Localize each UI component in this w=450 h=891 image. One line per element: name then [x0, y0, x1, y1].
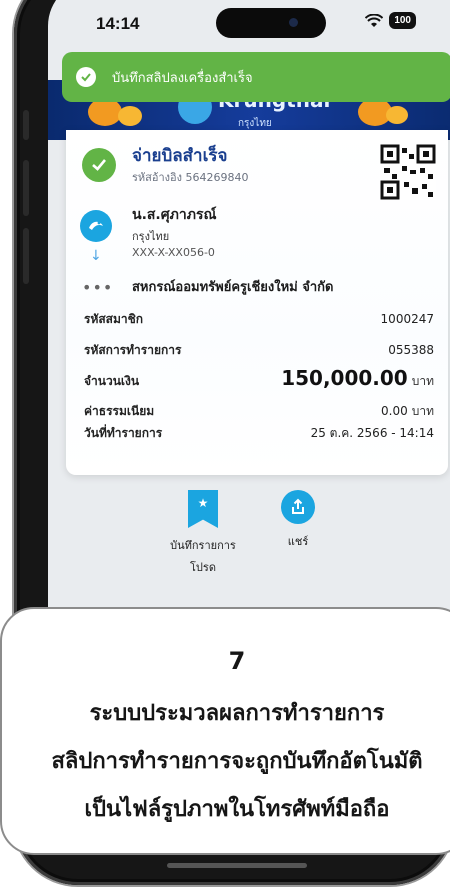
caption-line-3: เป็นไฟล์รูปภาพในโทรศัพท์มือถือ — [84, 797, 390, 822]
detail-label: ค่าธรรมเนียม — [84, 404, 155, 418]
detail-row-date: วันที่ทำรายการ 25 ต.ค. 2566 - 14:14 — [84, 424, 434, 443]
reference-number: รหัสอ้างอิง 564269840 — [132, 171, 249, 184]
bank-brand-thai: กรุงไทย — [238, 118, 272, 129]
volume-up-button — [23, 160, 29, 216]
receipt-title: จ่ายบิลสำเร็จ — [132, 146, 228, 166]
status-time: 14:14 — [96, 14, 140, 33]
camera-icon — [289, 18, 298, 27]
amount-group: 150,000.00 บาท — [281, 366, 434, 391]
status-icons: 100 — [365, 12, 416, 29]
pumpkin-icon — [386, 106, 408, 124]
pumpkin-icon — [118, 106, 142, 126]
more-dots-icon: ••• — [82, 278, 114, 297]
share-button[interactable]: แชร์ — [268, 490, 328, 550]
success-check-icon — [82, 148, 116, 182]
caption-line-2: สลิปการทำรายการจะถูกบันทึกอัตโนมัติ — [51, 749, 423, 774]
share-icon — [281, 490, 315, 524]
status-bar: 14:14 100 — [48, 0, 450, 52]
recipient-bank: กรุงไทย — [132, 230, 170, 243]
check-icon — [76, 67, 96, 87]
dynamic-island — [216, 8, 326, 38]
detail-label: วันที่ทำรายการ — [84, 426, 163, 440]
amount-value: 150,000.00 — [281, 366, 408, 390]
detail-label: รหัสการทำรายการ — [84, 343, 182, 357]
fee-group: 0.00 บาท — [381, 400, 434, 421]
detail-row-transaction-code: รหัสการทำรายการ 055388 — [84, 341, 434, 360]
payment-receipt: จ่ายบิลสำเร็จ รหัสอ้างอิง 564269840 ↓ น.… — [66, 130, 448, 475]
mute-switch — [23, 110, 29, 140]
detail-value: 1000247 — [380, 312, 434, 326]
battery-icon: 100 — [389, 12, 416, 29]
detail-label: รหัสสมาชิก — [84, 312, 144, 326]
fee-value: 0.00 — [381, 404, 408, 418]
save-slip-toast[interactable]: บันทึกสลิปลงเครื่องสำเร็จ — [62, 52, 450, 102]
recipient-name: น.ส.ศุภาภรณ์ — [132, 207, 217, 223]
step-number: 7 — [228, 647, 246, 675]
detail-row-amount: จำนวนเงิน 150,000.00 บาท — [84, 366, 434, 391]
toast-message: บันทึกสลิปลงเครื่องสำเร็จ — [112, 70, 253, 86]
pumpkin-icon — [88, 98, 122, 126]
save-favorite-label-line1: บันทึกรายการ — [170, 539, 236, 552]
share-label: แชร์ — [287, 535, 309, 548]
caption-line-1: ระบบประมวลผลการทำรายการ — [89, 701, 385, 726]
amount-unit: บาท — [411, 374, 434, 388]
wifi-icon — [365, 13, 384, 27]
detail-label: จำนวนเงิน — [84, 374, 140, 388]
payee-name: สหกรณ์ออมทรัพย์ครูเชียงใหม่ จำกัด — [132, 280, 334, 295]
fee-unit: บาท — [411, 404, 434, 418]
detail-value: 25 ต.ค. 2566 - 14:14 — [310, 426, 434, 440]
qr-code-icon — [380, 144, 436, 200]
bookmark-star-icon: ★ — [188, 490, 218, 528]
save-favorite-label-line2: โปรด — [190, 561, 216, 574]
krungthai-logo-icon — [80, 210, 112, 242]
detail-row-member-id: รหัสสมาชิก 1000247 — [84, 310, 434, 329]
detail-value: 055388 — [388, 343, 434, 357]
home-indicator[interactable] — [167, 863, 307, 868]
detail-row-fee: ค่าธรรมเนียม 0.00 บาท — [84, 400, 434, 421]
recipient-account: XXX-X-XX056-0 — [132, 246, 215, 259]
save-favorite-button[interactable]: ★ บันทึกรายการ โปรด — [158, 490, 248, 576]
volume-down-button — [23, 228, 29, 284]
arrow-down-icon: ↓ — [90, 248, 102, 264]
instruction-caption: 7 ระบบประมวลผลการทำรายการ สลิปการทำรายกา… — [0, 607, 450, 855]
